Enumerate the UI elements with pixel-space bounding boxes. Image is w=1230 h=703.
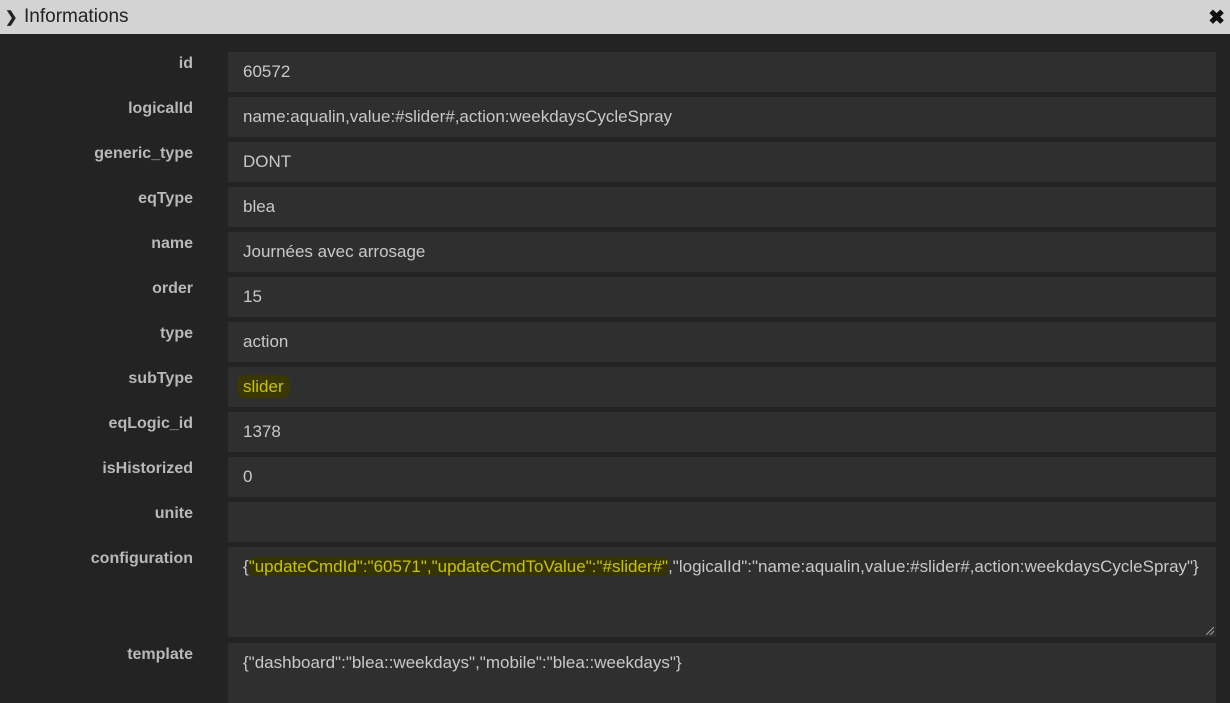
field-label: name bbox=[151, 235, 193, 252]
config-prefix: { bbox=[243, 557, 249, 576]
field-order: order 15 bbox=[0, 277, 1230, 322]
field-template: template {"dashboard":"blea::weekdays","m… bbox=[0, 643, 1230, 703]
field-label: generic_type bbox=[94, 145, 193, 162]
info-form: id 60572 logicalId name:aqualin,value:#sli… bbox=[0, 52, 1230, 703]
field-label: isHistorized bbox=[102, 460, 193, 477]
field-label: eqType bbox=[138, 190, 193, 207]
field-label: logicalId bbox=[128, 100, 193, 117]
field-value[interactable]: {"dashboard":"blea::weekdays","mobile":"… bbox=[228, 643, 1216, 703]
panel-title: Informations bbox=[24, 6, 129, 27]
field-ishistorized: isHistorized 0 bbox=[0, 457, 1230, 502]
field-label: template bbox=[127, 646, 193, 663]
chevron-right-icon[interactable]: ❯ bbox=[5, 8, 18, 26]
resize-handle-icon[interactable] bbox=[1206, 627, 1214, 635]
field-value[interactable]: 1378 bbox=[228, 412, 1216, 452]
field-value[interactable]: slider bbox=[228, 367, 1216, 407]
field-value[interactable]: 0 bbox=[228, 457, 1216, 497]
field-value[interactable]: 60572 bbox=[228, 52, 1216, 92]
field-value[interactable]: 15 bbox=[228, 277, 1216, 317]
field-name: name Journées avec arrosage bbox=[0, 232, 1230, 277]
field-label: eqLogic_id bbox=[108, 415, 193, 432]
config-suffix: ,"logicalId":"name:aqualin,value:#slider… bbox=[668, 557, 1199, 576]
field-label: unite bbox=[154, 505, 193, 522]
field-id: id 60572 bbox=[0, 52, 1230, 97]
field-value[interactable]: Journées avec arrosage bbox=[228, 232, 1216, 272]
config-highlight: "updateCmdId":"60571","updateCmdToValue"… bbox=[248, 557, 669, 576]
field-unite: unite bbox=[0, 502, 1230, 547]
field-value[interactable]: name:aqualin,value:#slider#,action:weekd… bbox=[228, 97, 1216, 137]
field-eqlogic-id: eqLogic_id 1378 bbox=[0, 412, 1230, 457]
field-value[interactable]: blea bbox=[228, 187, 1216, 227]
field-label: order bbox=[152, 280, 193, 297]
field-configuration: configuration {"updateCmdId":"60571","up… bbox=[0, 547, 1230, 643]
panel-header[interactable]: ❯ Informations ✖ bbox=[0, 0, 1230, 34]
field-generic-type: generic_type DONT bbox=[0, 142, 1230, 187]
field-value[interactable]: DONT bbox=[228, 142, 1216, 182]
field-eqtype: eqType blea bbox=[0, 187, 1230, 232]
field-value[interactable] bbox=[228, 502, 1216, 542]
field-subtype: subType slider bbox=[0, 367, 1230, 412]
field-value[interactable]: action bbox=[228, 322, 1216, 362]
configuration-textarea[interactable]: {"updateCmdId":"60571","updateCmdToValue… bbox=[228, 547, 1216, 637]
field-label: id bbox=[178, 55, 193, 72]
close-icon[interactable]: ✖ bbox=[1208, 5, 1225, 30]
field-logicalid: logicalId name:aqualin,value:#slider#,act… bbox=[0, 97, 1230, 142]
field-label: subType bbox=[128, 370, 193, 387]
field-label: type bbox=[160, 325, 193, 342]
highlighted-value: slider bbox=[237, 375, 290, 398]
field-type: type action bbox=[0, 322, 1230, 367]
field-label: configuration bbox=[90, 550, 193, 567]
